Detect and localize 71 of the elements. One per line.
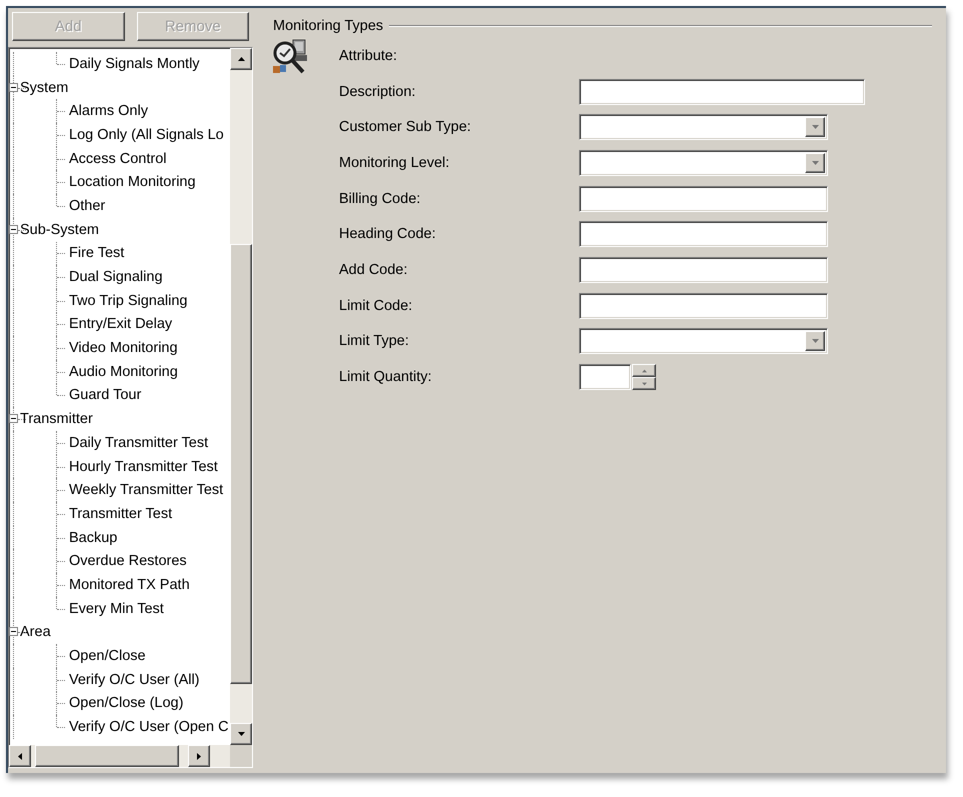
- tree-item[interactable]: Open/Close: [67, 648, 146, 664]
- field-label: Attribute:: [339, 48, 398, 64]
- tree-item[interactable]: Daily Transmitter Test: [67, 434, 208, 451]
- expander-icon[interactable]: [9, 627, 18, 636]
- expander-icon[interactable]: [9, 414, 18, 424]
- field-label: Monitoring Level:: [339, 154, 450, 171]
- right-arrow-icon: [196, 752, 202, 760]
- tree-item[interactable]: Alarms Only: [67, 103, 148, 120]
- down-arrow-icon: [236, 731, 246, 737]
- number-field[interactable]: [579, 364, 631, 390]
- tree-item[interactable]: Audio Monitoring: [67, 364, 178, 380]
- tree-item[interactable]: Entry/Exit Delay: [67, 316, 172, 332]
- tree-item[interactable]: Transmitter Test: [67, 506, 172, 522]
- scroll-left-button[interactable]: [9, 745, 31, 767]
- text-field[interactable]: [579, 78, 865, 105]
- tree-item[interactable]: Dual Signaling: [67, 269, 163, 286]
- dropdown-arrow-icon: [810, 124, 820, 130]
- tree-item[interactable]: Backup: [67, 530, 118, 546]
- text-field[interactable]: [579, 221, 828, 248]
- expander-icon[interactable]: [9, 82, 18, 92]
- field-label: Limit Code:: [339, 298, 412, 314]
- up-arrow-icon: [236, 56, 246, 62]
- dropdown-field[interactable]: [579, 114, 828, 140]
- left-arrow-icon: [17, 752, 23, 760]
- field-label: Limit Type:: [339, 333, 409, 350]
- scrollbar-corner: [230, 745, 252, 767]
- text-field[interactable]: [579, 292, 828, 319]
- tree-item[interactable]: Log Only (All Signals Lo: [67, 126, 224, 143]
- scrollbar-thumb[interactable]: [35, 745, 179, 767]
- tree-item[interactable]: Location Monitoring: [67, 174, 196, 190]
- dropdown-arrow-icon: [810, 160, 820, 166]
- tree-item[interactable]: Verify O/C User (Open C: [67, 719, 229, 736]
- tree-item[interactable]: Fire Test: [67, 245, 124, 262]
- expander-icon[interactable]: [9, 224, 18, 234]
- tree-item[interactable]: Video Monitoring: [67, 340, 178, 356]
- tree-item[interactable]: Area: [19, 624, 51, 640]
- scroll-right-button[interactable]: [188, 745, 210, 767]
- tree-item[interactable]: Sub-System: [19, 222, 99, 238]
- field-label: Billing Code:: [339, 190, 420, 207]
- tree-item[interactable]: Open/Close (Log): [67, 695, 184, 712]
- group-title: Monitoring Types: [273, 18, 384, 34]
- field-label: Customer Sub Type:: [339, 119, 471, 136]
- dropdown-arrow-icon: [810, 338, 820, 344]
- tree-item[interactable]: Monitored TX Path: [67, 576, 190, 593]
- tree-item[interactable]: Access Control: [67, 150, 167, 167]
- scroll-down-button[interactable]: [230, 723, 252, 745]
- tree-item[interactable]: Other: [67, 198, 106, 214]
- up-arrow-icon: [640, 368, 648, 373]
- field-label: Description:: [339, 84, 416, 100]
- tree-item[interactable]: Every Min Test: [67, 600, 164, 617]
- tree-item[interactable]: Two Trip Signaling: [67, 292, 188, 309]
- tree-item[interactable]: Hourly Transmitter Test: [67, 458, 218, 475]
- tree-item[interactable]: Daily Signals Montly: [67, 56, 200, 72]
- dropdown-field[interactable]: [579, 150, 828, 176]
- field-label: Limit Quantity:: [339, 369, 432, 386]
- dropdown-field[interactable]: [579, 328, 828, 354]
- scrollbar-thumb[interactable]: [230, 244, 252, 684]
- tree-item[interactable]: Weekly Transmitter Test: [67, 482, 224, 498]
- text-field[interactable]: [579, 256, 828, 283]
- text-field[interactable]: [579, 186, 828, 212]
- tree-item[interactable]: Verify O/C User (All): [67, 672, 200, 688]
- tree-item[interactable]: Guard Tour: [67, 387, 142, 404]
- spin-down-button[interactable]: [632, 377, 656, 390]
- down-arrow-icon: [640, 381, 648, 386]
- tree-item[interactable]: Transmitter: [19, 411, 93, 428]
- tree-item[interactable]: System: [19, 80, 68, 96]
- scroll-up-button[interactable]: [230, 48, 252, 70]
- spin-up-button[interactable]: [632, 364, 656, 378]
- field-label: Add Code:: [339, 262, 408, 278]
- field-label: Heading Code:: [339, 226, 436, 242]
- tree-item[interactable]: Overdue Restores: [67, 553, 187, 570]
